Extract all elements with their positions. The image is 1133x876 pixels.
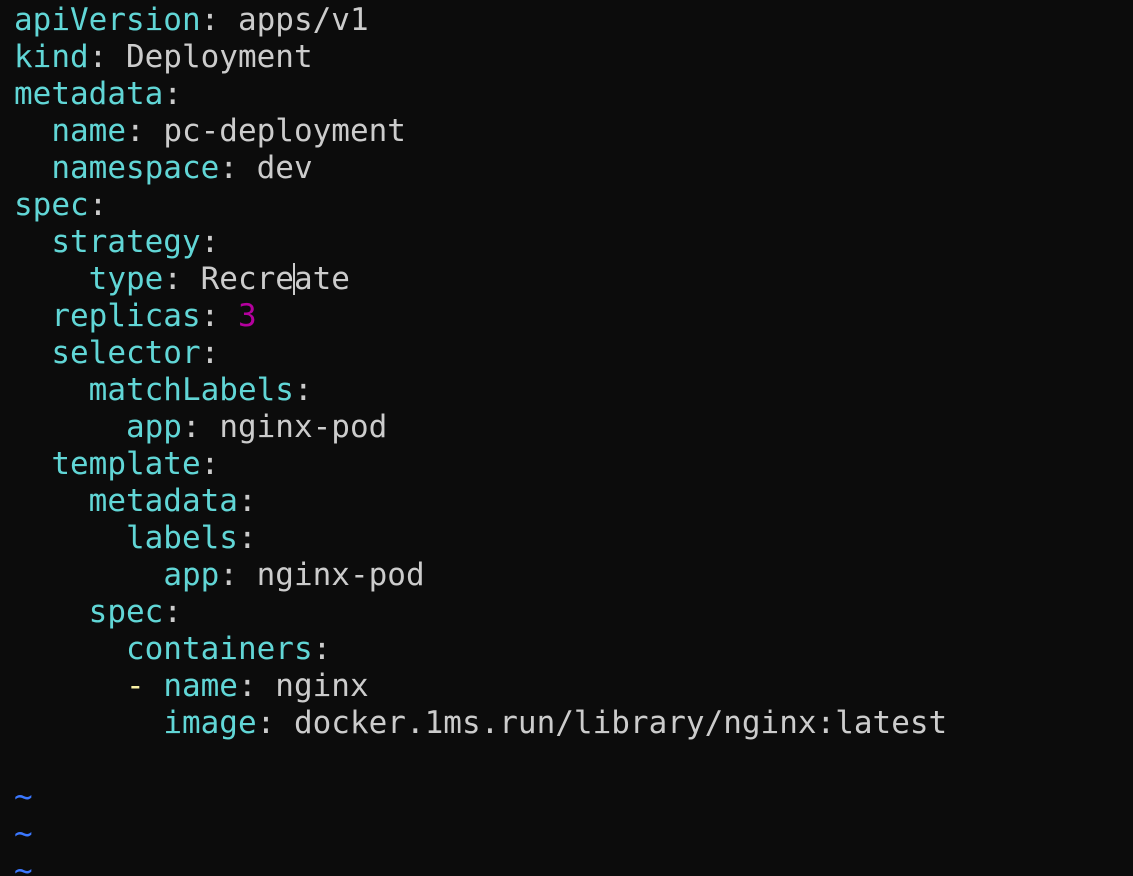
tilde-line: ~ <box>14 816 947 853</box>
terminal-window[interactable]: apiVersion: apps/v1 kind: Deployment met… <box>0 0 1133 876</box>
empty-line <box>14 742 947 779</box>
yaml-value: pc-deployment <box>163 113 406 149</box>
yaml-line-name: name: pc-deployment <box>14 113 947 150</box>
tilde-line: ~ <box>14 779 947 816</box>
yaml-list-dash: - <box>125 668 164 704</box>
yaml-key: app <box>125 409 182 445</box>
yaml-line-matchlabels: matchLabels: <box>14 372 947 409</box>
yaml-line-namespace: namespace: dev <box>14 150 947 187</box>
yaml-value: Deployment <box>125 39 313 75</box>
yaml-line-kind: kind: Deployment <box>14 39 947 76</box>
yaml-separator: : <box>219 557 257 593</box>
yaml-key: spec <box>14 187 89 223</box>
yaml-line-template-spec: spec: <box>14 594 947 631</box>
yaml-line-replicas: replicas: 3 <box>14 298 947 335</box>
yaml-key: selector <box>51 335 201 371</box>
yaml-line-type: type: Recreate <box>14 261 947 298</box>
yaml-value: ate <box>293 261 350 297</box>
tilde-marker: ~ <box>14 816 33 852</box>
yaml-key: metadata <box>14 76 164 112</box>
yaml-key: app <box>163 557 220 593</box>
yaml-key: strategy <box>51 224 201 260</box>
vim-editor-buffer[interactable]: apiVersion: apps/v1 kind: Deployment met… <box>14 2 947 876</box>
yaml-value: apps/v1 <box>237 2 369 38</box>
yaml-line-image: image: docker.1ms.run/library/nginx:late… <box>14 705 947 742</box>
yaml-key: kind <box>14 39 89 75</box>
yaml-line-apiversion: apiVersion: apps/v1 <box>14 2 947 39</box>
yaml-separator: : <box>256 705 294 741</box>
yaml-separator: : <box>163 76 182 112</box>
yaml-separator: : <box>237 520 257 556</box>
yaml-separator: : <box>312 631 332 667</box>
yaml-value: nginx <box>275 668 369 704</box>
yaml-separator: : <box>200 335 220 371</box>
yaml-key: replicas <box>51 298 201 334</box>
yaml-line-selector: selector: <box>14 335 947 372</box>
yaml-separator: : <box>237 668 276 704</box>
yaml-line-labels: labels: <box>14 520 947 557</box>
yaml-separator: : <box>293 372 313 408</box>
tilde-marker: ~ <box>14 779 33 815</box>
yaml-line-template-metadata: metadata: <box>14 483 947 520</box>
yaml-key: apiVersion <box>14 2 201 38</box>
yaml-key: matchLabels <box>88 372 294 408</box>
yaml-key: metadata <box>88 483 238 519</box>
yaml-value: nginx-pod <box>219 409 388 445</box>
yaml-separator: : <box>200 446 220 482</box>
yaml-separator: : <box>219 150 257 186</box>
yaml-line-labels-app: app: nginx-pod <box>14 557 947 594</box>
yaml-separator: : <box>163 261 201 297</box>
yaml-value: nginx-pod <box>256 557 425 593</box>
yaml-key: labels <box>125 520 238 556</box>
yaml-value: Recre <box>200 261 294 297</box>
yaml-separator: : <box>200 2 238 38</box>
yaml-key: name <box>163 668 238 704</box>
yaml-key: spec <box>88 594 164 630</box>
yaml-line-template: template: <box>14 446 947 483</box>
yaml-number-value: 3 <box>237 298 257 334</box>
yaml-line-metadata: metadata: <box>14 76 947 113</box>
yaml-separator: : <box>88 39 126 75</box>
yaml-key: type <box>88 261 164 297</box>
yaml-line-containers: containers: <box>14 631 947 668</box>
tilde-marker: ~ <box>14 853 33 876</box>
tilde-line: ~ <box>14 853 947 876</box>
yaml-separator: : <box>200 224 220 260</box>
yaml-key: namespace <box>51 150 220 186</box>
yaml-line-spec: spec: <box>14 187 947 224</box>
yaml-line-app: app: nginx-pod <box>14 409 947 446</box>
yaml-key: template <box>51 446 201 482</box>
yaml-separator: : <box>125 113 164 149</box>
yaml-separator: : <box>88 187 108 223</box>
yaml-line-container-name: - name: nginx <box>14 668 947 705</box>
yaml-key: containers <box>125 631 313 667</box>
yaml-key: name <box>51 113 126 149</box>
yaml-line-strategy: strategy: <box>14 224 947 261</box>
yaml-separator: : <box>181 409 220 445</box>
yaml-key: image <box>163 705 257 741</box>
yaml-value: docker.1ms.run/library/nginx:latest <box>293 705 948 741</box>
yaml-separator: : <box>237 483 257 519</box>
yaml-value: dev <box>256 150 313 186</box>
yaml-separator: : <box>163 594 182 630</box>
yaml-separator: : <box>200 298 238 334</box>
